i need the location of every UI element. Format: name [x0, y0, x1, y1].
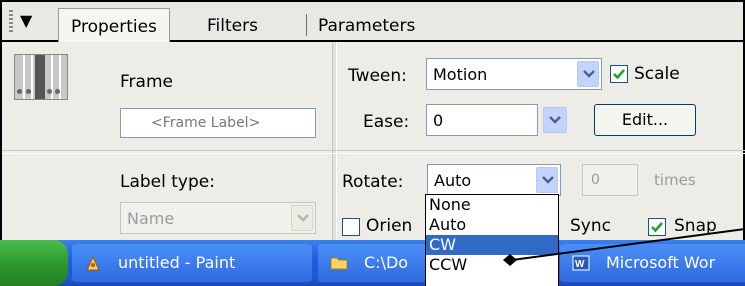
edit-button[interactable]: Edit...	[594, 104, 696, 136]
word-task-label: Microsoft Wor	[606, 253, 716, 272]
chevron-down-icon[interactable]	[536, 167, 558, 193]
chevron-down-icon[interactable]	[577, 61, 599, 87]
panel-grip[interactable]	[9, 10, 13, 34]
paint-icon	[86, 255, 100, 271]
windows-taskbar: untitled - Paint C:\Do W Microsoft Wor	[0, 240, 745, 286]
rotate-times-input[interactable]: 0	[582, 164, 638, 196]
folder-icon	[330, 257, 348, 270]
frame-icon	[14, 54, 68, 100]
orient-checkbox[interactable]	[342, 218, 360, 236]
rotate-option-auto[interactable]: Auto	[426, 215, 558, 235]
chevron-down-icon[interactable]	[291, 205, 313, 231]
orient-label: Orien	[366, 216, 413, 236]
ease-field[interactable]: 0	[426, 104, 567, 136]
snap-label: Snap	[674, 216, 717, 236]
tab-strip: ▼ Properties Filters Parameters	[0, 0, 745, 45]
taskbar-item-paint[interactable]: untitled - Paint	[72, 244, 312, 282]
tab-filters[interactable]: Filters	[207, 10, 258, 42]
rotate-select[interactable]: Auto	[427, 164, 561, 196]
rotate-option-none[interactable]: None	[426, 195, 558, 215]
taskbar-item-folder[interactable]: C:\Do	[318, 244, 426, 282]
svg-text:W: W	[575, 259, 585, 270]
rotate-label: Rotate:	[342, 172, 404, 192]
sync-label: Sync	[570, 216, 611, 236]
start-button[interactable]	[0, 240, 68, 286]
properties-panel: Frame <Frame Label> Label type: Name Twe…	[0, 42, 745, 240]
chevron-down-icon[interactable]	[543, 107, 567, 133]
scale-checkbox[interactable]	[610, 65, 628, 83]
label-type-value: Name	[127, 209, 175, 228]
frame-label-input[interactable]: <Frame Label>	[120, 108, 316, 138]
flash-property-inspector: ▼ Properties Filters Parameters Frame <F…	[0, 0, 745, 286]
tween-value: Motion	[433, 65, 488, 84]
rotate-option-cw[interactable]: CW	[426, 235, 558, 255]
ease-label: Ease:	[363, 112, 410, 132]
word-icon: W	[572, 255, 590, 271]
tab-divider	[306, 14, 307, 36]
folder-task-label: C:\Do	[364, 253, 409, 272]
tween-select[interactable]: Motion	[426, 58, 602, 90]
ease-value: 0	[433, 111, 444, 130]
tab-properties[interactable]: Properties	[58, 8, 170, 45]
taskbar-item-word[interactable]: W Microsoft Wor	[560, 244, 745, 282]
panel-menu-arrow-icon[interactable]: ▼	[20, 11, 32, 31]
label-type-select[interactable]: Name	[120, 202, 316, 234]
scale-label: Scale	[634, 64, 680, 84]
paint-task-label: untitled - Paint	[118, 253, 236, 272]
frame-title: Frame	[120, 72, 173, 92]
column-divider	[332, 42, 337, 240]
rotate-options-list[interactable]: None Auto CW CCW	[425, 194, 559, 286]
label-type-label: Label type:	[120, 172, 215, 192]
rotate-value: Auto	[434, 171, 472, 190]
rotate-option-ccw[interactable]: CCW	[426, 255, 558, 275]
row-divider	[2, 150, 745, 154]
tween-label: Tween:	[348, 66, 407, 86]
snap-checkbox[interactable]	[648, 218, 666, 236]
tab-parameters[interactable]: Parameters	[318, 10, 415, 42]
times-label: times	[654, 171, 696, 189]
